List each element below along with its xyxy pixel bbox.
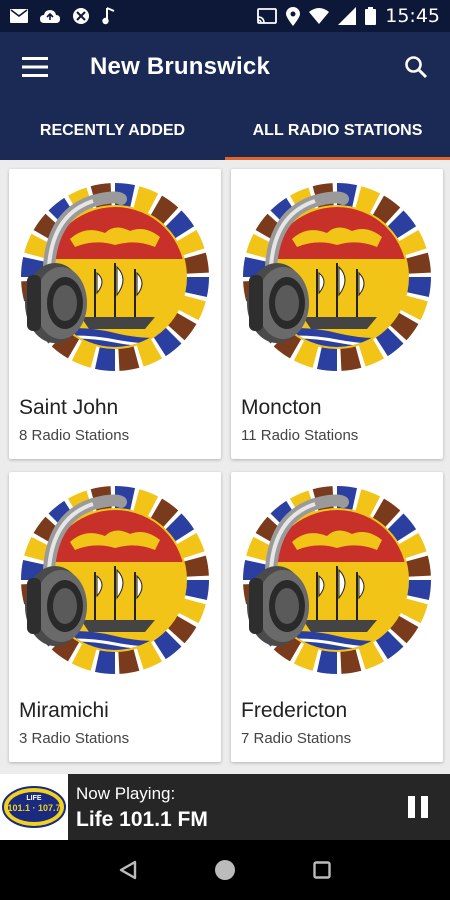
city-card-fredericton[interactable]: Fredericton 7 Radio Stations (231, 472, 443, 762)
pause-button[interactable] (408, 796, 430, 818)
city-logo-image (15, 177, 215, 377)
home-icon (214, 860, 235, 880)
back-icon (120, 860, 137, 880)
app-bar: New Brunswick (0, 32, 450, 102)
city-name: Miramichi (19, 699, 109, 722)
city-logo-image (237, 480, 437, 680)
search-button[interactable] (400, 51, 432, 83)
battery-icon (365, 7, 377, 25)
cast-icon (257, 8, 278, 24)
now-playing-label: Now Playing: (76, 784, 176, 803)
home-button[interactable] (210, 855, 240, 885)
clock: 15:45 (385, 5, 440, 27)
station-count: 7 Radio Stations (241, 730, 352, 747)
station-count: 11 Radio Stations (241, 427, 359, 444)
svg-text:LIFE: LIFE (26, 795, 41, 802)
city-grid: Saint John 8 Radio Stations Moncton 11 R… (0, 160, 450, 774)
location-icon (286, 6, 301, 26)
city-card-moncton[interactable]: Moncton 11 Radio Stations (231, 169, 443, 459)
back-button[interactable] (113, 855, 143, 885)
life-fm-logo-icon: LIFE 101.1 · 107.7 (2, 786, 66, 828)
station-logo: LIFE 101.1 · 107.7 (0, 774, 68, 840)
tab-bar: RECENTLY ADDED ALL RADIO STATIONS (0, 102, 450, 160)
menu-icon (22, 57, 48, 77)
city-card-miramichi[interactable]: Miramichi 3 Radio Stations (9, 472, 221, 762)
city-name: Fredericton (241, 699, 348, 722)
search-icon (405, 56, 428, 79)
cloud-upload-icon (40, 10, 60, 23)
svg-text:101.1 · 107.7: 101.1 · 107.7 (7, 803, 60, 813)
station-count: 8 Radio Stations (19, 427, 130, 444)
station-count: 3 Radio Stations (19, 730, 130, 747)
recents-button[interactable] (307, 855, 337, 885)
wifi-icon (309, 8, 330, 24)
now-playing-bar[interactable]: LIFE 101.1 · 107.7 Now Playing: Life 101… (0, 774, 450, 840)
signal-icon (338, 7, 357, 25)
tab-recently-added[interactable]: RECENTLY ADDED (0, 102, 225, 160)
menu-button[interactable] (0, 32, 70, 102)
city-card-saint-john[interactable]: Saint John 8 Radio Stations (9, 169, 221, 459)
recents-icon (312, 861, 331, 879)
mail-icon (10, 9, 28, 23)
city-logo-image (15, 480, 215, 680)
vpn-icon (73, 8, 89, 24)
music-icon (102, 7, 115, 25)
page-title: New Brunswick (90, 53, 270, 80)
city-name: Saint John (19, 396, 119, 419)
city-name: Moncton (241, 396, 322, 419)
city-logo-image (237, 177, 437, 377)
status-bar: 15:45 (0, 0, 450, 32)
tab-all-radio-stations[interactable]: ALL RADIO STATIONS (225, 102, 450, 160)
now-playing-station: Life 101.1 FM (76, 808, 208, 831)
system-nav-bar (0, 840, 450, 900)
pause-icon (408, 796, 415, 818)
